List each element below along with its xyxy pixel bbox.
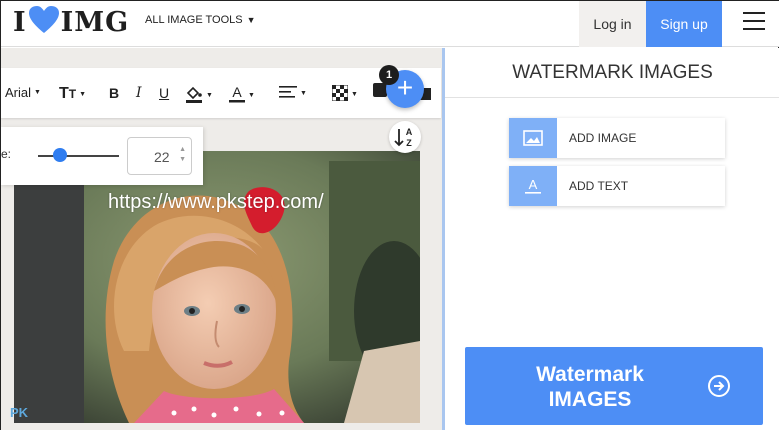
- login-button[interactable]: Log in: [579, 1, 646, 47]
- logo-letters-img: IMG: [60, 6, 130, 38]
- caret-down-icon: ▼: [246, 15, 256, 25]
- align-select[interactable]: ▼: [279, 85, 307, 102]
- underline-icon[interactable]: U: [159, 85, 169, 101]
- panel-title: WATERMARK IMAGES: [512, 62, 713, 83]
- chevron-down-icon: ▼: [248, 92, 255, 99]
- align-left-icon: [279, 85, 297, 102]
- tools-menu-label: ALL IMAGE TOOLS: [145, 14, 243, 26]
- svg-text:Z: Z: [406, 138, 412, 148]
- italic-icon[interactable]: I: [136, 85, 142, 101]
- add-text-button[interactable]: A ADD TEXT: [509, 166, 725, 206]
- font-size-select[interactable]: TT ▼: [59, 85, 86, 103]
- svg-text:A: A: [529, 177, 538, 192]
- editor-canvas-area: Arial ▼ TT ▼ B I U ▼ A ▼ ▼ ▼ https://www…: [1, 48, 442, 430]
- text-format-toolbar: Arial ▼ TT ▼ B I U ▼ A ▼ ▼ ▼: [1, 68, 441, 118]
- font-color-icon: A: [229, 84, 245, 106]
- add-image-label: ADD IMAGE: [569, 131, 637, 145]
- image-icon: [509, 118, 557, 158]
- stepper-arrows-icon[interactable]: ▲ ▼: [179, 145, 186, 165]
- hamburger-menu-icon[interactable]: [743, 12, 765, 30]
- chevron-down-icon: ▼: [351, 91, 358, 98]
- sort-az-icon: A Z: [394, 127, 413, 148]
- logo-letter-i: I: [13, 6, 27, 38]
- font-size-popover: e: 22 ▲ ▼: [1, 127, 203, 185]
- layer-count-badge: 1: [379, 65, 399, 85]
- chevron-down-icon: ▼: [206, 92, 213, 99]
- action-label-line2: IMAGES: [548, 388, 632, 411]
- svg-text:A: A: [406, 127, 413, 137]
- size-label: e:: [1, 147, 12, 161]
- transparency-select[interactable]: ▼: [331, 84, 358, 104]
- bold-icon[interactable]: B: [109, 85, 119, 101]
- title-divider: [445, 97, 779, 98]
- all-image-tools-menu[interactable]: ALL IMAGE TOOLS ▼: [145, 14, 256, 26]
- ilovimg-logo[interactable]: I IMG: [13, 5, 130, 39]
- sort-layers-button[interactable]: A Z: [389, 121, 421, 153]
- paint-bucket-icon: [185, 85, 203, 106]
- checkerboard-icon: [331, 84, 349, 104]
- add-image-button[interactable]: ADD IMAGE: [509, 118, 725, 158]
- watermark-text-layer[interactable]: https://www.pkstep.com/: [108, 191, 324, 214]
- fill-color-select[interactable]: ▼: [185, 85, 213, 106]
- text-icon: A: [509, 166, 557, 206]
- size-number-input[interactable]: 22 ▲ ▼: [127, 137, 192, 175]
- chevron-down-icon: ▼: [300, 90, 307, 97]
- action-label-line1: Watermark: [536, 363, 644, 386]
- heart-icon: [28, 5, 59, 39]
- layer-icon[interactable]: [373, 83, 387, 97]
- size-slider-track[interactable]: [38, 155, 119, 157]
- font-family-select[interactable]: Arial ▼: [5, 85, 41, 100]
- chevron-down-icon: ▼: [79, 90, 87, 98]
- font-color-select[interactable]: A ▼: [229, 84, 255, 106]
- pk-corner-mark: PK: [10, 405, 29, 420]
- font-family-value: Arial: [5, 85, 32, 100]
- signup-button[interactable]: Sign up: [646, 1, 722, 47]
- text-size-icon: TT: [59, 85, 77, 102]
- svg-text:A: A: [232, 85, 242, 100]
- chevron-down-icon: ▼: [34, 89, 41, 96]
- add-text-label: ADD TEXT: [569, 179, 629, 193]
- top-header: I IMG ALL IMAGE TOOLS ▼ Log in Sign up: [1, 1, 779, 47]
- size-number-value: 22: [154, 149, 170, 165]
- arrow-right-circle-icon: [708, 375, 730, 397]
- watermark-images-button[interactable]: Watermark IMAGES: [465, 347, 763, 425]
- size-slider-handle[interactable]: [52, 148, 67, 162]
- watermark-sidebar: WATERMARK IMAGES ADD IMAGE A ADD TEXT Wa…: [445, 48, 779, 430]
